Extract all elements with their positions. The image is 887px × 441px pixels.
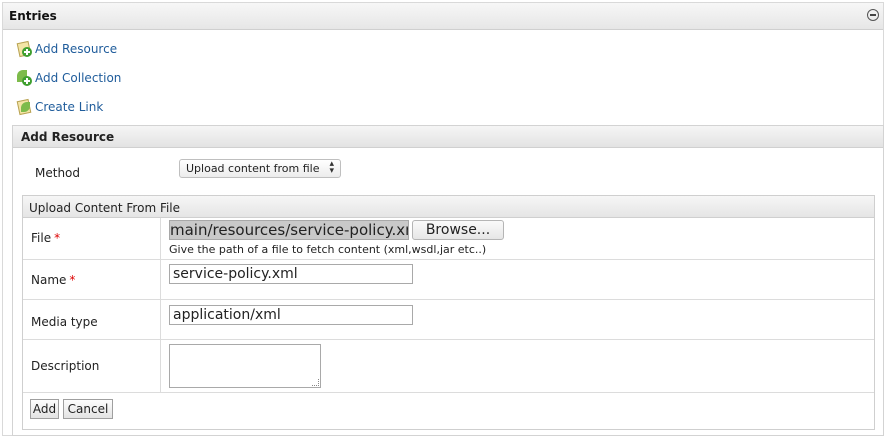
description-textarea[interactable] (169, 344, 321, 388)
add-resource-header: Add Resource (13, 126, 883, 148)
add-collection-label: Add Collection (35, 71, 122, 85)
add-collection-link[interactable]: Add Collection (15, 69, 121, 87)
entries-panel: Entries Add Resource Add Collection Crea… (2, 2, 884, 436)
add-collection-icon (15, 70, 33, 86)
name-required-mark: * (69, 273, 76, 287)
entries-title: Entries (9, 9, 57, 23)
name-label-text: Name (31, 273, 67, 287)
file-path-input[interactable]: main/resources/service-policy.xml (169, 220, 409, 240)
file-label: File * (31, 231, 60, 245)
select-arrows-icon: ▴ ▾ (329, 159, 334, 176)
add-resource-title: Add Resource (21, 130, 115, 144)
media-type-row: Media type application/xml (23, 300, 874, 340)
upload-content-header: Upload Content From File (23, 196, 874, 218)
add-resource-label: Add Resource (35, 42, 118, 56)
entries-header: Entries (3, 3, 883, 30)
description-row: Description (23, 340, 874, 393)
method-select[interactable]: Upload content from file ▴ ▾ (179, 159, 341, 178)
name-label-cell: Name * (23, 260, 161, 299)
create-link-link[interactable]: Create Link (15, 98, 103, 116)
file-path-value: main/resources/service-policy.xml (170, 221, 409, 239)
file-hint: Give the path of a file to fetch content… (169, 243, 487, 256)
create-link-icon (15, 98, 33, 116)
cancel-button[interactable]: Cancel (63, 399, 113, 419)
name-row: Name * service-policy.xml (23, 260, 874, 300)
create-link-label: Create Link (35, 100, 104, 114)
add-resource-panel: Add Resource Method Upload content from … (12, 125, 884, 436)
resize-grip-icon[interactable] (312, 379, 319, 386)
add-resource-link[interactable]: Add Resource (15, 40, 117, 58)
browse-button[interactable]: Browse... (412, 220, 504, 240)
add-button[interactable]: Add (30, 399, 59, 419)
button-row: Add Cancel (23, 393, 874, 428)
media-type-input[interactable]: application/xml (169, 305, 413, 325)
media-type-label: Media type (31, 315, 98, 329)
description-label-cell: Description (23, 340, 161, 392)
add-resource-icon (15, 40, 33, 58)
file-label-cell: File * (23, 218, 161, 259)
collapse-icon[interactable] (867, 9, 879, 21)
method-select-value: Upload content from file (186, 162, 320, 175)
file-row: File * main/resources/service-policy.xml … (23, 218, 874, 260)
name-label: Name * (31, 273, 75, 287)
media-type-label-cell: Media type (23, 300, 161, 339)
name-input[interactable]: service-policy.xml (169, 264, 413, 284)
method-label: Method (35, 166, 81, 180)
file-label-text: File (31, 231, 52, 245)
upload-content-box: Upload Content From File File * main/reso… (22, 195, 875, 430)
file-required-mark: * (54, 231, 61, 245)
description-label: Description (31, 359, 100, 373)
